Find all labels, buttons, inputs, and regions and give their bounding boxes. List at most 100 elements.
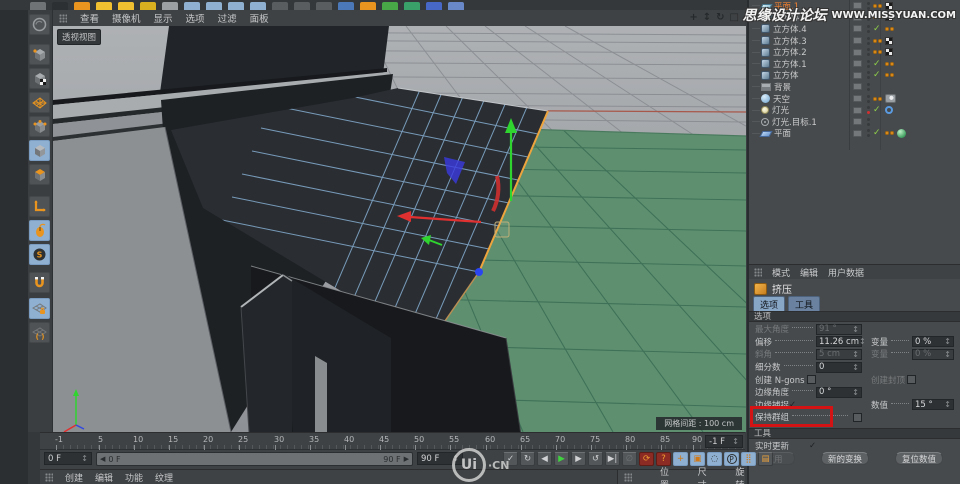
visibility-dots-icon[interactable] [867,37,870,45]
material-menu-item[interactable]: 编辑 [95,471,113,484]
object-row[interactable]: 立方体 [749,70,960,82]
viewport-menu-item[interactable]: 查看 [80,11,99,25]
viewport-menu-item[interactable]: 过滤 [218,11,237,25]
tool-section-header[interactable]: 工具 [749,428,960,439]
enabled-check-icon[interactable] [873,59,882,69]
checkbox[interactable] [807,375,816,384]
value-field[interactable]: 91 ° [816,324,862,335]
phong-dots-tag-icon[interactable] [873,39,882,43]
enabled-check-icon[interactable] [873,105,882,115]
target-tag-icon[interactable] [885,106,893,114]
layer-chip-icon[interactable] [853,130,862,137]
transport-button[interactable]: ▶ [571,452,586,466]
layer-chip-icon[interactable] [853,25,862,32]
viewport-nav-icon[interactable]: ↕ [703,10,711,26]
viewport-menu-item[interactable]: 显示 [154,11,173,25]
viewport-nav-icon[interactable]: □ [730,10,739,26]
layer-chip-icon[interactable] [853,95,862,102]
object-row[interactable]: 灯光.目标.1 [749,116,960,128]
value-field[interactable]: 5 cm [816,349,862,360]
frame-range-slider[interactable]: 0 F 90 F [96,452,413,466]
phong-dots-tag-icon[interactable] [885,62,894,66]
viewport-view-label[interactable]: 透视视图 [57,29,101,45]
axis-mode-icon[interactable] [29,196,50,217]
top-toolbar-icon-stub[interactable] [52,2,68,10]
mouse-icon[interactable] [29,220,50,241]
transport-button[interactable]: ▶ [554,452,569,466]
texture-checker-tag-icon[interactable] [885,48,893,56]
visibility-dots-icon[interactable] [867,106,870,114]
texture-mode-icon[interactable] [29,92,50,113]
object-name[interactable]: 立方体.2 [773,46,807,58]
enabled-check-icon[interactable] [873,128,882,138]
viewport-canvas[interactable] [53,26,746,432]
value-field[interactable]: 0 [816,362,862,373]
material-menu-item[interactable]: 功能 [125,471,143,484]
value-field[interactable]: 11.26 cm [816,336,862,347]
object-row[interactable]: 立方体.3 [749,35,960,47]
panel-handle-icon[interactable] [624,473,632,482]
top-toolbar-icon-stub[interactable] [118,2,134,10]
object-name[interactable]: 背景 [774,81,791,93]
material-menu-item[interactable]: 创建 [65,471,83,484]
object-name[interactable]: 立方体.1 [773,58,807,70]
transport-button[interactable]: ∅ [622,452,637,466]
top-toolbar-icon-stub[interactable] [360,2,376,10]
viewport-menu-item[interactable]: 摄像机 [112,11,141,25]
object-row[interactable]: 立方体.1 [749,58,960,70]
layer-chip-icon[interactable] [853,83,862,90]
workplane-icon[interactable]: ( ) [29,322,50,343]
top-toolbar-icon-stub[interactable] [184,2,200,10]
layer-chip-icon[interactable] [853,72,862,79]
sky-texture-tag-icon[interactable] [885,94,896,103]
viewport-nav-icon[interactable]: ↻ [716,10,724,26]
top-toolbar-icon-stub[interactable] [316,2,332,10]
transport-button[interactable]: ▤ [758,452,773,466]
transport-button[interactable]: ▶| [605,452,620,466]
enabled-check-icon[interactable] [873,24,882,34]
panel-handle-icon[interactable] [45,473,53,482]
panel-handle-icon[interactable] [59,14,67,23]
viewport-menu-item[interactable]: 选项 [186,11,205,25]
transport-button[interactable]: ⟳ [639,452,654,466]
object-name[interactable]: 灯光.目标.1 [772,116,817,128]
visibility-dots-icon[interactable] [867,118,870,126]
top-toolbar-icon-stub[interactable] [140,2,156,10]
edge-mode-icon[interactable] [29,140,50,161]
top-toolbar-icon-stub[interactable] [382,2,398,10]
checkbox-checked-icon[interactable] [809,441,819,451]
material-sphere-tag-icon[interactable] [897,129,906,138]
phong-dots-tag-icon[interactable] [873,50,882,54]
top-toolbar-icon-stub[interactable] [250,2,266,10]
layer-chip-icon[interactable] [853,37,862,44]
object-row[interactable]: 背景 [749,81,960,93]
object-row[interactable]: 灯光 [749,104,960,116]
object-name[interactable]: 立方体 [773,69,799,81]
layer-chip-icon[interactable] [853,49,862,56]
object-row[interactable]: 平面 [749,128,960,140]
current-frame-field[interactable]: 0 F [44,452,92,465]
tool-button[interactable]: 新的变换 [821,452,869,465]
material-menu-item[interactable]: 纹理 [155,471,173,484]
magnet-icon[interactable] [29,272,50,293]
visibility-dots-icon[interactable] [867,71,870,79]
top-toolbar-icon-stub[interactable] [228,2,244,10]
visibility-dots-icon[interactable] [867,129,870,137]
object-name[interactable]: 灯光 [772,104,789,116]
visibility-dots-icon[interactable] [867,95,870,103]
transport-button[interactable]: ↺ [588,452,603,466]
visibility-dots-icon[interactable] [867,83,870,91]
timeline-ruler[interactable]: -151015202530354045505560657075808590 [40,433,745,450]
top-toolbar-icon-stub[interactable] [206,2,222,10]
top-toolbar-icon-stub[interactable] [74,2,90,10]
layer-chip-icon[interactable] [853,107,862,114]
transport-button[interactable]: + [673,452,688,466]
transport-button[interactable]: ↻ [520,452,535,466]
attr-menu-item[interactable]: 用户数据 [828,266,864,279]
phong-dots-tag-icon[interactable] [885,27,894,31]
top-toolbar-icon-stub[interactable] [96,2,112,10]
object-name[interactable]: 天空 [773,93,790,105]
top-toolbar-icon-stub[interactable] [404,2,420,10]
top-toolbar-icon-stub[interactable] [162,2,178,10]
value-field[interactable]: 0 % [912,336,954,347]
